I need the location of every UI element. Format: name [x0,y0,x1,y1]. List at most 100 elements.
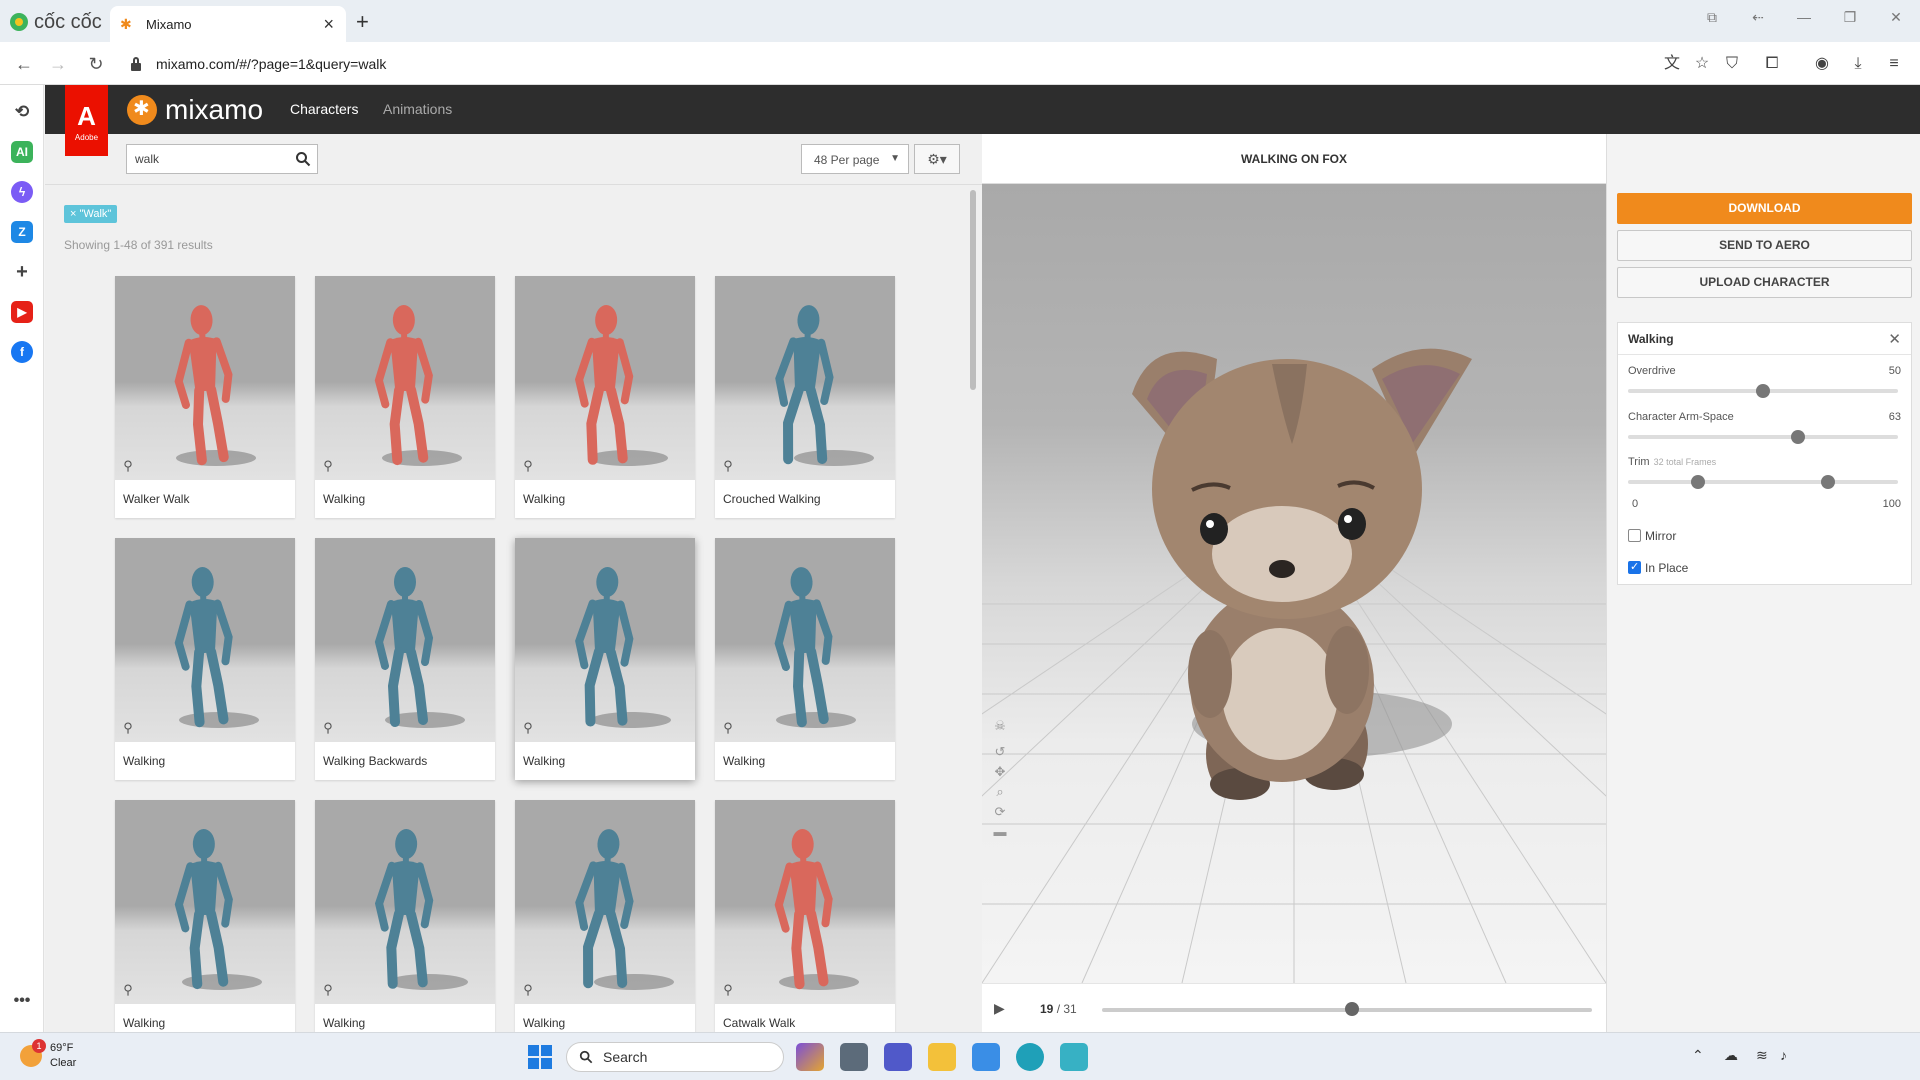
animation-card[interactable]: ⚲ Catwalk Walk [715,800,895,1032]
search-value: walk [135,152,160,166]
animation-card[interactable]: ⚲ Crouched Walking [715,276,895,518]
running-figure-icon: ⚲ [523,458,533,473]
rotate-icon[interactable]: ⟳ [992,804,1008,820]
animation-card-label: Walking [123,754,166,768]
adobe-logo[interactable]: A Adobe [65,85,108,156]
play-icon[interactable]: ▶ [994,1000,1005,1017]
trim-slider[interactable] [1628,480,1898,484]
animation-card[interactable]: ⚲ Walking [715,538,895,780]
taskbar-search[interactable]: Search [566,1042,784,1072]
skeleton-toggle-icon[interactable]: ☠ [992,718,1008,734]
copilot-icon[interactable] [796,1043,824,1071]
volume-icon[interactable]: ♪ [1780,1047,1787,1063]
facebook-icon[interactable]: f [11,341,33,363]
animation-card[interactable]: ⚲ Walker Walk [115,276,295,518]
onedrive-icon[interactable]: ☁ [1724,1047,1738,1064]
tab-close-icon[interactable]: × [323,14,334,35]
history-icon[interactable]: ⟲ [11,101,33,123]
tray-chevron-icon[interactable]: ⌃ [1692,1047,1704,1064]
messenger-icon[interactable]: ϟ [11,181,33,203]
restore-icon[interactable]: ❐ [1835,4,1865,30]
weather-widget[interactable]: 1 69°F Clear [20,1039,77,1071]
mixamo-logo[interactable]: mixamo [127,94,263,126]
menu-icon[interactable]: ≡ [1884,54,1904,74]
profile-icon[interactable]: ◉ [1812,54,1832,74]
search-input[interactable]: walk [126,144,318,174]
overdrive-label: Overdrive [1628,365,1676,377]
armspace-slider-knob[interactable] [1791,430,1806,444]
tab-mixamo[interactable]: ✱ Mixamo × [110,6,346,42]
animation-card[interactable]: ⚲ Walking [315,800,495,1032]
back-icon[interactable]: ← [12,52,36,76]
translate-icon[interactable]: 文 [1662,54,1682,74]
in-place-checkbox[interactable] [1628,560,1641,574]
animation-card[interactable]: ⚲ Walking [515,800,695,1032]
minimize-icon[interactable]: — [1789,4,1819,30]
extensions-icon[interactable]: ⧠ [1762,54,1782,74]
animation-card[interactable]: ⚲ Walking [515,276,695,518]
animation-card[interactable]: ⚲ Walking [315,276,495,518]
trim-min: 0 [1632,498,1639,510]
animation-card[interactable]: ⚲ Walking [115,800,295,1032]
frame-total: / 31 [1056,1002,1077,1016]
trim-start-knob[interactable] [1691,475,1706,489]
nav-characters[interactable]: Characters [290,101,358,117]
history-back-icon[interactable]: ⇠ [1743,4,1773,30]
trim-end-knob[interactable] [1820,475,1835,489]
settings-dropdown-button[interactable]: ⚙▾ [914,144,960,174]
3d-viewport[interactable]: ☠ ↺ ✥ ⌕ ⟳ ▬ [982,184,1606,983]
notification-badge: 1 [32,1039,46,1053]
search-icon[interactable] [295,151,311,167]
pan-icon[interactable]: ✥ [992,764,1008,780]
animation-thumbnail: ⚲ [515,800,695,1004]
trim-label: Trim 32 total Frames [1628,456,1716,468]
zoom-icon[interactable]: ⌕ [992,784,1008,800]
store-icon[interactable] [972,1043,1000,1071]
task-view-icon[interactable] [840,1043,868,1071]
forward-icon[interactable]: → [46,52,70,76]
send-to-aero-button[interactable]: SEND TO AERO [1617,230,1912,261]
browser-brand[interactable]: cốc cốc [10,10,102,34]
lock-icon [130,57,142,71]
download-button[interactable]: DOWNLOAD [1617,193,1912,224]
running-figure-icon: ⚲ [123,720,133,735]
nav-animations[interactable]: Animations [383,101,452,117]
screenshot-icon[interactable]: ⧉ [1697,4,1727,30]
more-icon[interactable]: ••• [11,990,33,1012]
new-tab-icon[interactable]: + [356,9,369,35]
coccoc-logo-icon [10,13,28,31]
download-icon[interactable]: ⤓ [1848,54,1868,74]
youtube-icon[interactable]: ▶ [11,301,33,323]
mirror-checkbox[interactable] [1628,529,1641,542]
file-explorer-icon[interactable] [928,1043,956,1071]
mixamo-app-icon[interactable] [1060,1043,1088,1071]
adobe-logo-text: Adobe [74,133,99,142]
animation-card[interactable]: ⚲ Walking Backwards [315,538,495,780]
ai-assistant-icon[interactable]: AI [11,141,33,163]
per-page-value: 48 Per page [814,153,880,167]
animation-card[interactable]: ⚲ Walking [515,538,695,780]
start-windows-icon[interactable] [528,1045,552,1069]
url-field[interactable]: mixamo.com/#/?page=1&query=walk [130,50,1660,78]
weather-condition: Clear [50,1057,77,1069]
close-icon[interactable]: ✕ [1888,330,1901,348]
upload-character-button[interactable]: UPLOAD CHARACTER [1617,267,1912,298]
camera-icon[interactable]: ▬ [992,824,1008,840]
zalo-icon[interactable]: Z [11,221,33,243]
playback-scrubber[interactable] [1344,1002,1359,1016]
window-close-icon[interactable]: ✕ [1881,4,1911,30]
filter-tag-walk[interactable]: × "Walk" [64,205,118,223]
edge-icon[interactable] [1016,1043,1044,1071]
reload-icon[interactable]: ↻ [84,52,108,76]
per-page-select[interactable]: 48 Per page ▼ [801,144,909,174]
results-scrollbar-thumb[interactable] [970,190,976,390]
add-sidebar-icon[interactable]: + [11,261,33,283]
shield-icon[interactable]: ⛉ [1722,54,1742,74]
bookmark-star-icon[interactable]: ☆ [1692,54,1712,74]
reset-view-icon[interactable]: ↺ [992,744,1008,760]
animation-card[interactable]: ⚲ Walking [115,538,295,780]
teams-icon[interactable] [884,1043,912,1071]
overdrive-slider-knob[interactable] [1756,384,1770,398]
armspace-slider[interactable] [1628,435,1898,439]
wifi-icon[interactable]: ≋ [1756,1047,1768,1064]
